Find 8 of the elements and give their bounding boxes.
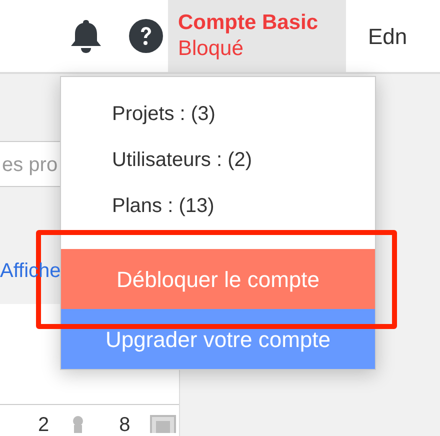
- help-icon[interactable]: [129, 19, 163, 53]
- menu-item[interactable]: Projets : (3): [61, 91, 375, 137]
- bell-icon[interactable]: [68, 18, 102, 54]
- user-name[interactable]: Edn: [346, 20, 408, 52]
- stat-count: 2: [38, 415, 50, 435]
- menu-item[interactable]: Utilisateurs : (2): [61, 137, 375, 183]
- stat-count: 8: [119, 415, 130, 435]
- menu-item[interactable]: Plans : (13): [61, 183, 375, 229]
